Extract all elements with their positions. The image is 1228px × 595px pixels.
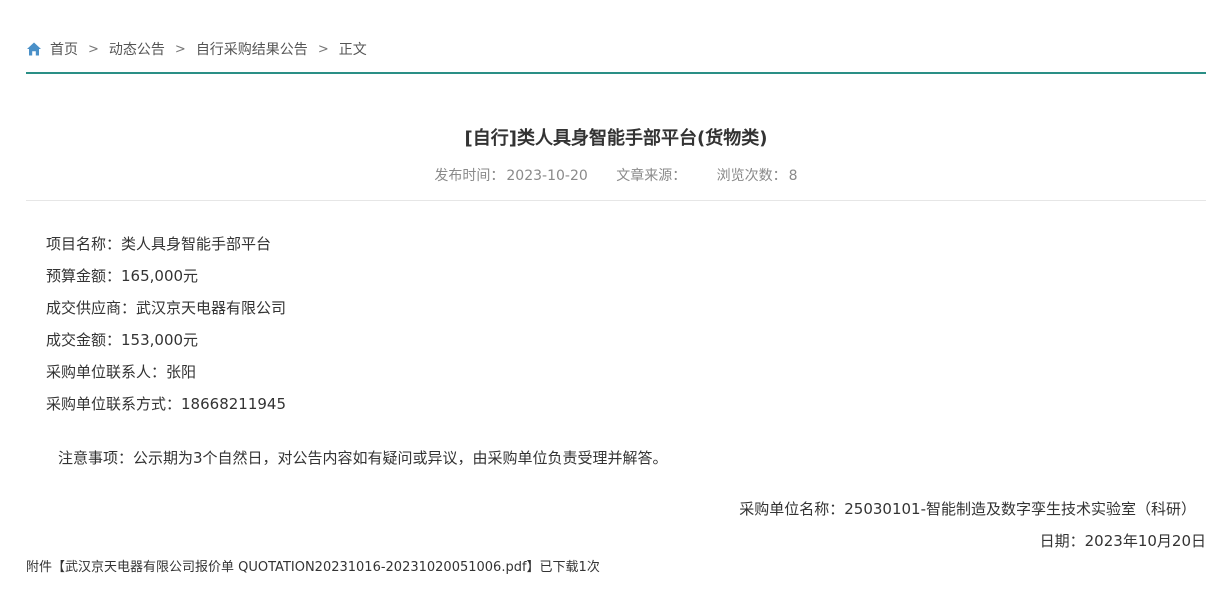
field-deal-amount: 成交金额：153,000元: [46, 328, 286, 360]
header-divider: [26, 72, 1206, 74]
view-count: 浏览次数： 8: [717, 165, 798, 185]
attachment-download-count: 已下载1次: [539, 560, 600, 575]
article-meta: 发布时间： 2023-10-20 文章来源： 浏览次数： 8: [26, 165, 1206, 185]
field-value: 18668211945: [181, 395, 286, 413]
field-label: 采购单位联系方式：: [46, 395, 182, 413]
breadcrumb-home-link[interactable]: 首页: [50, 39, 78, 59]
field-label: 项目名称：: [46, 235, 122, 253]
breadcrumb-separator: >: [88, 41, 99, 57]
publish-time-label: 发布时间：: [434, 168, 505, 184]
field-value: 165,000元: [121, 267, 199, 285]
field-value: 武汉京天电器有限公司: [136, 299, 287, 317]
field-label: 成交金额：: [46, 331, 122, 349]
purchasing-unit-signature: 采购单位名称：25030101-智能制造及数字孪生技术实验室（科研）: [739, 500, 1196, 518]
field-label: 预算金额：: [46, 267, 122, 285]
breadcrumb-current: 正文: [338, 42, 367, 58]
home-icon: [27, 42, 41, 56]
meta-divider: [26, 200, 1206, 201]
field-supplier: 成交供应商：武汉京天电器有限公司: [46, 296, 286, 328]
attachment-prefix: 附件: [26, 560, 53, 575]
field-contact-person: 采购单位联系人：张阳: [46, 360, 286, 392]
announcement-date: 日期：2023年10月20日: [1039, 532, 1206, 550]
article-source-label: 文章来源：: [616, 168, 687, 184]
breadcrumb-separator: >: [317, 41, 329, 57]
view-count-label: 浏览次数：: [716, 168, 787, 184]
field-value: 张阳: [166, 363, 197, 381]
field-project-name: 项目名称：类人具身智能手部平台: [46, 232, 286, 264]
breadcrumb: 首页 > 动态公告 > 自行采购结果公告 > 正文: [26, 38, 367, 60]
breadcrumb-separator: >: [174, 41, 186, 57]
publish-time: 发布时间： 2023-10-20: [434, 165, 587, 185]
notice-text: 注意事项：公示期为3个自然日，对公告内容如有疑问或异议，由采购单位负责受理并解答…: [58, 449, 668, 467]
field-budget: 预算金额：165,000元: [46, 264, 286, 296]
field-value: 153,000元: [121, 331, 199, 349]
field-label: 成交供应商：: [46, 299, 137, 317]
attachment-line: 附件【武汉京天电器有限公司报价单 QUOTATION20231016-20231…: [26, 557, 600, 579]
field-label: 采购单位联系人：: [46, 363, 167, 381]
view-count-value: 8: [788, 168, 798, 184]
field-value: 类人具身智能手部平台: [121, 235, 272, 253]
field-contact-phone: 采购单位联系方式：18668211945: [46, 392, 286, 424]
page: 首页 > 动态公告 > 自行采购结果公告 > 正文 [自行]类人具身智能手部平台…: [0, 0, 1228, 595]
article-title: [自行]类人具身智能手部平台(货物类): [464, 128, 768, 149]
attachment-download-link[interactable]: 【武汉京天电器有限公司报价单 QUOTATION20231016-2023102…: [52, 560, 540, 575]
project-fields: 项目名称：类人具身智能手部平台 预算金额：165,000元 成交供应商：武汉京天…: [46, 232, 286, 424]
breadcrumb-results-link[interactable]: 自行采购结果公告: [196, 39, 308, 59]
publish-time-value: 2023-10-20: [506, 168, 588, 184]
article-source: 文章来源：: [616, 165, 688, 185]
breadcrumb-announcements-link[interactable]: 动态公告: [109, 39, 165, 59]
